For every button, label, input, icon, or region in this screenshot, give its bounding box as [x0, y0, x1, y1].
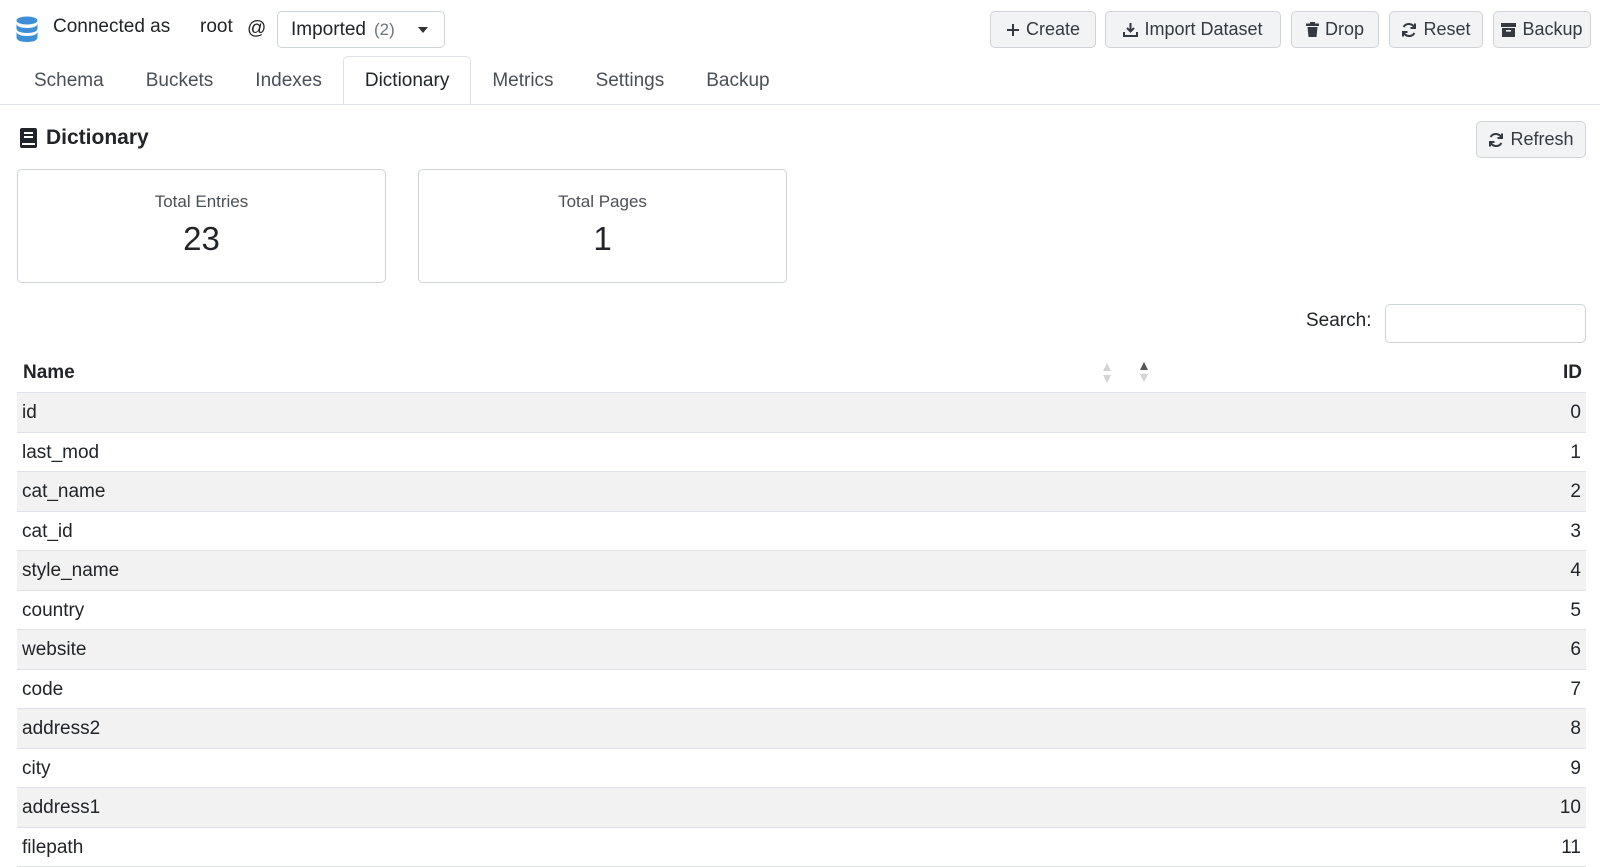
cell-id: 0 — [1570, 402, 1581, 424]
backup-button-label: Backup — [1522, 19, 1582, 40]
download-icon — [1123, 22, 1138, 37]
column-header-name[interactable]: Name — [23, 362, 75, 384]
section-title: Dictionary — [20, 126, 149, 150]
cell-id: 10 — [1560, 797, 1581, 819]
table-row[interactable]: city 9 — [17, 749, 1586, 789]
cell-name: address2 — [22, 718, 100, 740]
cell-name: city — [22, 758, 51, 780]
dataset-select[interactable]: Imported (2) — [277, 11, 445, 48]
import-dataset-button[interactable]: Import Dataset — [1105, 11, 1281, 48]
table-row[interactable]: last_mod 1 — [17, 433, 1586, 473]
cell-id: 3 — [1570, 521, 1581, 543]
tab-backup[interactable]: Backup — [685, 56, 790, 105]
total-entries-value: 23 — [18, 220, 385, 258]
trash-icon — [1306, 22, 1319, 37]
cell-name: last_mod — [22, 442, 99, 464]
dictionary-table: Name ID id 0 last_mod 1 cat_name 2 cat_id 3 styl… — [17, 353, 1586, 867]
cell-name: cat_id — [22, 521, 73, 543]
archive-icon — [1501, 23, 1516, 37]
import-dataset-button-label: Import Dataset — [1144, 19, 1262, 40]
total-pages-card: Total Pages 1 — [418, 169, 787, 283]
table-row[interactable]: code 7 — [17, 670, 1586, 710]
cell-name: cat_name — [22, 481, 105, 503]
total-entries-card: Total Entries 23 — [17, 169, 386, 283]
refresh-button-label: Refresh — [1510, 129, 1573, 150]
refresh-button[interactable]: Refresh — [1476, 121, 1586, 158]
table-row[interactable]: address2 8 — [17, 709, 1586, 749]
tab-dictionary[interactable]: Dictionary — [343, 56, 471, 105]
table-row[interactable]: filepath 11 — [17, 828, 1586, 867]
drop-button-label: Drop — [1325, 19, 1364, 40]
table-row[interactable]: style_name 4 — [17, 551, 1586, 591]
dataset-count: (2) — [374, 20, 395, 40]
reset-button[interactable]: Reset — [1389, 11, 1483, 48]
table-row[interactable]: cat_id 3 — [17, 512, 1586, 552]
table-row[interactable]: country 5 — [17, 591, 1586, 631]
cell-name: country — [22, 600, 84, 622]
tab-metrics[interactable]: Metrics — [471, 56, 574, 105]
cell-id: 1 — [1570, 442, 1581, 464]
create-button[interactable]: Create — [990, 11, 1096, 48]
cell-id: 5 — [1570, 600, 1581, 622]
tab-buckets[interactable]: Buckets — [125, 56, 235, 105]
cell-id: 7 — [1570, 679, 1581, 701]
plus-icon — [1006, 23, 1020, 37]
at-sign: @ — [247, 18, 266, 40]
total-entries-label: Total Entries — [18, 192, 385, 212]
cell-id: 11 — [1561, 837, 1581, 859]
cell-name: style_name — [22, 560, 119, 582]
search-label: Search: — [1306, 310, 1371, 332]
refresh-icon — [1488, 132, 1504, 148]
total-pages-label: Total Pages — [419, 192, 786, 212]
tab-settings[interactable]: Settings — [575, 56, 686, 105]
sort-icon[interactable] — [1102, 362, 1112, 384]
drop-button[interactable]: Drop — [1291, 11, 1379, 48]
backup-button[interactable]: Backup — [1493, 11, 1591, 48]
table-row[interactable]: cat_name 2 — [17, 472, 1586, 512]
cell-name: id — [22, 402, 37, 424]
connected-user: root — [200, 16, 233, 38]
database-icon — [16, 16, 38, 42]
refresh-icon — [1401, 22, 1417, 38]
cell-id: 8 — [1570, 718, 1581, 740]
tab-bar: Schema Buckets Indexes Dictionary Metric… — [13, 56, 823, 105]
section-title-label: Dictionary — [46, 126, 149, 150]
tab-divider — [0, 104, 1600, 105]
table-header: Name ID — [17, 353, 1586, 393]
cell-name: address1 — [22, 797, 100, 819]
reset-button-label: Reset — [1423, 19, 1470, 40]
search-input[interactable] — [1385, 304, 1586, 343]
cell-name: code — [22, 679, 63, 701]
book-icon — [20, 128, 37, 148]
table-row[interactable]: id 0 — [17, 393, 1586, 433]
cell-id: 2 — [1570, 481, 1581, 503]
connected-as-label: Connected as — [53, 16, 170, 38]
tab-indexes[interactable]: Indexes — [234, 56, 343, 105]
table-row[interactable]: address1 10 — [17, 788, 1586, 828]
cell-id: 6 — [1570, 639, 1581, 661]
total-pages-value: 1 — [419, 220, 786, 258]
column-header-id[interactable]: ID — [1563, 362, 1582, 384]
cell-id: 4 — [1570, 560, 1581, 582]
caret-down-icon — [418, 27, 428, 33]
table-row[interactable]: website 6 — [17, 630, 1586, 670]
table-body: id 0 last_mod 1 cat_name 2 cat_id 3 style_name 4 c… — [17, 393, 1586, 867]
create-button-label: Create — [1026, 19, 1080, 40]
cell-name: website — [22, 639, 86, 661]
tab-schema[interactable]: Schema — [13, 56, 125, 105]
cell-id: 9 — [1570, 758, 1581, 780]
top-bar: Connected as root @ Imported (2) Create … — [0, 0, 1600, 56]
sort-ascending-icon[interactable] — [1139, 361, 1149, 383]
dataset-select-value: Imported — [291, 19, 366, 41]
cell-name: filepath — [22, 837, 83, 859]
